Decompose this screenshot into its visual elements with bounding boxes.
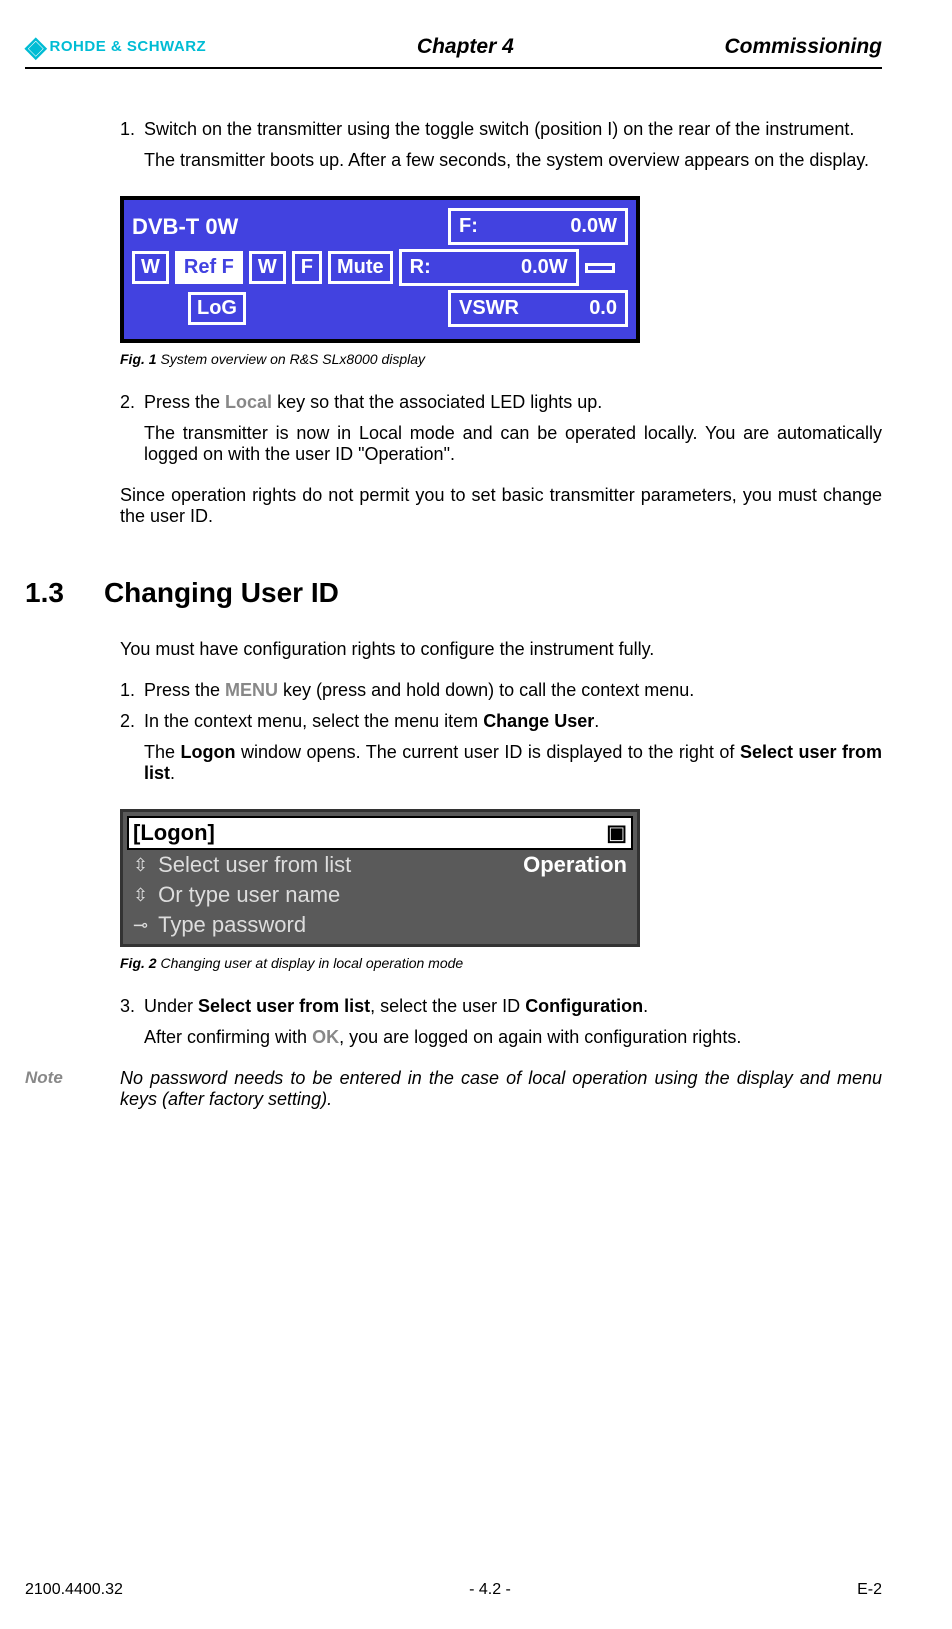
chapter-title: Chapter 4 bbox=[417, 35, 514, 59]
lcd-vswr-label: VSWR bbox=[459, 297, 519, 320]
note-block: Note No password needs to be entered in … bbox=[25, 1068, 882, 1110]
footer-right: E-2 bbox=[857, 1581, 882, 1599]
logon-row-1: ⇳ Select user from list Operation bbox=[127, 850, 633, 880]
lcd-title: DVB-T 0W bbox=[132, 214, 238, 240]
step-text: Press the Local key so that the associat… bbox=[144, 392, 882, 413]
lcd-f-label: F: bbox=[459, 215, 478, 238]
lcd-ref: Ref F bbox=[175, 251, 243, 284]
step-1-3-1: 1. Press the MENU key (press and hold do… bbox=[120, 680, 882, 701]
lcd-display-2: [Logon] ▣ ⇳ Select user from list Operat… bbox=[120, 809, 640, 947]
operation-value: Operation bbox=[523, 852, 627, 878]
local-key: Local bbox=[225, 392, 272, 412]
lcd-f2: F bbox=[292, 251, 322, 284]
paragraph-rights: Since operation rights do not permit you… bbox=[120, 485, 882, 527]
step-text: In the context menu, select the menu ite… bbox=[144, 711, 882, 732]
note-label: Note bbox=[25, 1068, 120, 1110]
section-title: Commissioning bbox=[724, 35, 882, 59]
ok-key: OK bbox=[312, 1027, 339, 1047]
h2-number: 1.3 bbox=[25, 577, 64, 609]
step-number: 3. bbox=[120, 996, 144, 1017]
note-text: No password needs to be entered in the c… bbox=[120, 1068, 882, 1110]
lcd-mute: Mute bbox=[328, 251, 393, 284]
figure-2: [Logon] ▣ ⇳ Select user from list Operat… bbox=[120, 809, 882, 971]
fig1-caption-bold: Fig. 1 bbox=[120, 351, 157, 367]
step-number: 2. bbox=[120, 392, 144, 413]
lcd-r-label: R: bbox=[410, 256, 431, 279]
menu-key: MENU bbox=[225, 680, 278, 700]
step-number: 1. bbox=[120, 119, 144, 140]
logon-bold: Logon bbox=[181, 742, 236, 762]
page-footer: 2100.4400.32 - 4.2 - E-2 bbox=[25, 1581, 882, 1599]
updown-icon: ⇳ bbox=[133, 855, 148, 876]
heading-1-3: 1.3 Changing User ID bbox=[25, 577, 882, 609]
lcd-r-value: 0.0W bbox=[521, 256, 568, 279]
step-1-3-2: 2. In the context menu, select the menu … bbox=[120, 711, 882, 732]
lcd-w: W bbox=[132, 251, 169, 284]
step-1-3-3-sub: After confirming with OK, you are logged… bbox=[144, 1027, 882, 1048]
fig2-caption-bold: Fig. 2 bbox=[120, 955, 157, 971]
step-text: Press the MENU key (press and hold down)… bbox=[144, 680, 882, 701]
figure-1-caption: Fig. 1 System overview on R&S SLx8000 di… bbox=[120, 351, 882, 367]
logo-icon: ◈ bbox=[25, 30, 47, 63]
step-number: 1. bbox=[120, 680, 144, 701]
step-1-3-2-sub: The Logon window opens. The current user… bbox=[144, 742, 882, 784]
lcd-f-value: 0.0W bbox=[570, 215, 617, 238]
step-2-sub: The transmitter is now in Local mode and… bbox=[144, 423, 882, 465]
step-1: 1. Switch on the transmitter using the t… bbox=[120, 119, 882, 140]
figure-2-caption: Fig. 2 Changing user at display in local… bbox=[120, 955, 882, 971]
footer-left: 2100.4400.32 bbox=[25, 1581, 123, 1599]
lcd-log: LoG bbox=[188, 292, 246, 325]
paragraph-config: You must have configuration rights to co… bbox=[120, 639, 882, 660]
logon-title: [Logon] ▣ bbox=[127, 816, 633, 850]
step-2: 2. Press the Local key so that the assoc… bbox=[120, 392, 882, 413]
change-user-bold: Change User bbox=[483, 711, 594, 731]
lcd-vswr-value: 0.0 bbox=[589, 297, 617, 320]
logon-row-2: ⇳ Or type user name bbox=[127, 880, 633, 910]
logon-row-3: ⊸ Type password bbox=[127, 910, 633, 940]
step-text: Under Select user from list, select the … bbox=[144, 996, 882, 1017]
lcd-end-box bbox=[585, 263, 615, 273]
key-icon: ⊸ bbox=[133, 915, 148, 936]
figure-1: DVB-T 0W F: 0.0W W Ref F W F Mute R: 0.0 bbox=[120, 196, 882, 367]
step-1-sub: The transmitter boots up. After a few se… bbox=[144, 150, 882, 171]
step-1-3-3: 3. Under Select user from list, select t… bbox=[120, 996, 882, 1017]
step-text: Switch on the transmitter using the togg… bbox=[144, 119, 882, 140]
fig2-caption-text: Changing user at display in local operat… bbox=[157, 955, 464, 971]
updown-icon: ⇳ bbox=[133, 885, 148, 906]
lcd-wf: W bbox=[249, 251, 286, 284]
logo-text: ROHDE & SCHWARZ bbox=[50, 38, 207, 55]
select-user-bold: Select user from list bbox=[198, 996, 370, 1016]
step-number: 2. bbox=[120, 711, 144, 732]
scroll-icon: ▣ bbox=[606, 820, 627, 846]
brand-logo: ◈ ROHDE & SCHWARZ bbox=[25, 30, 206, 63]
h2-title: Changing User ID bbox=[104, 577, 339, 609]
configuration-bold: Configuration bbox=[525, 996, 643, 1016]
lcd-display-1: DVB-T 0W F: 0.0W W Ref F W F Mute R: 0.0 bbox=[120, 196, 640, 343]
fig1-caption-text: System overview on R&S SLx8000 display bbox=[157, 351, 425, 367]
footer-center: - 4.2 - bbox=[469, 1581, 511, 1599]
page-header: ◈ ROHDE & SCHWARZ Chapter 4 Commissionin… bbox=[25, 30, 882, 69]
